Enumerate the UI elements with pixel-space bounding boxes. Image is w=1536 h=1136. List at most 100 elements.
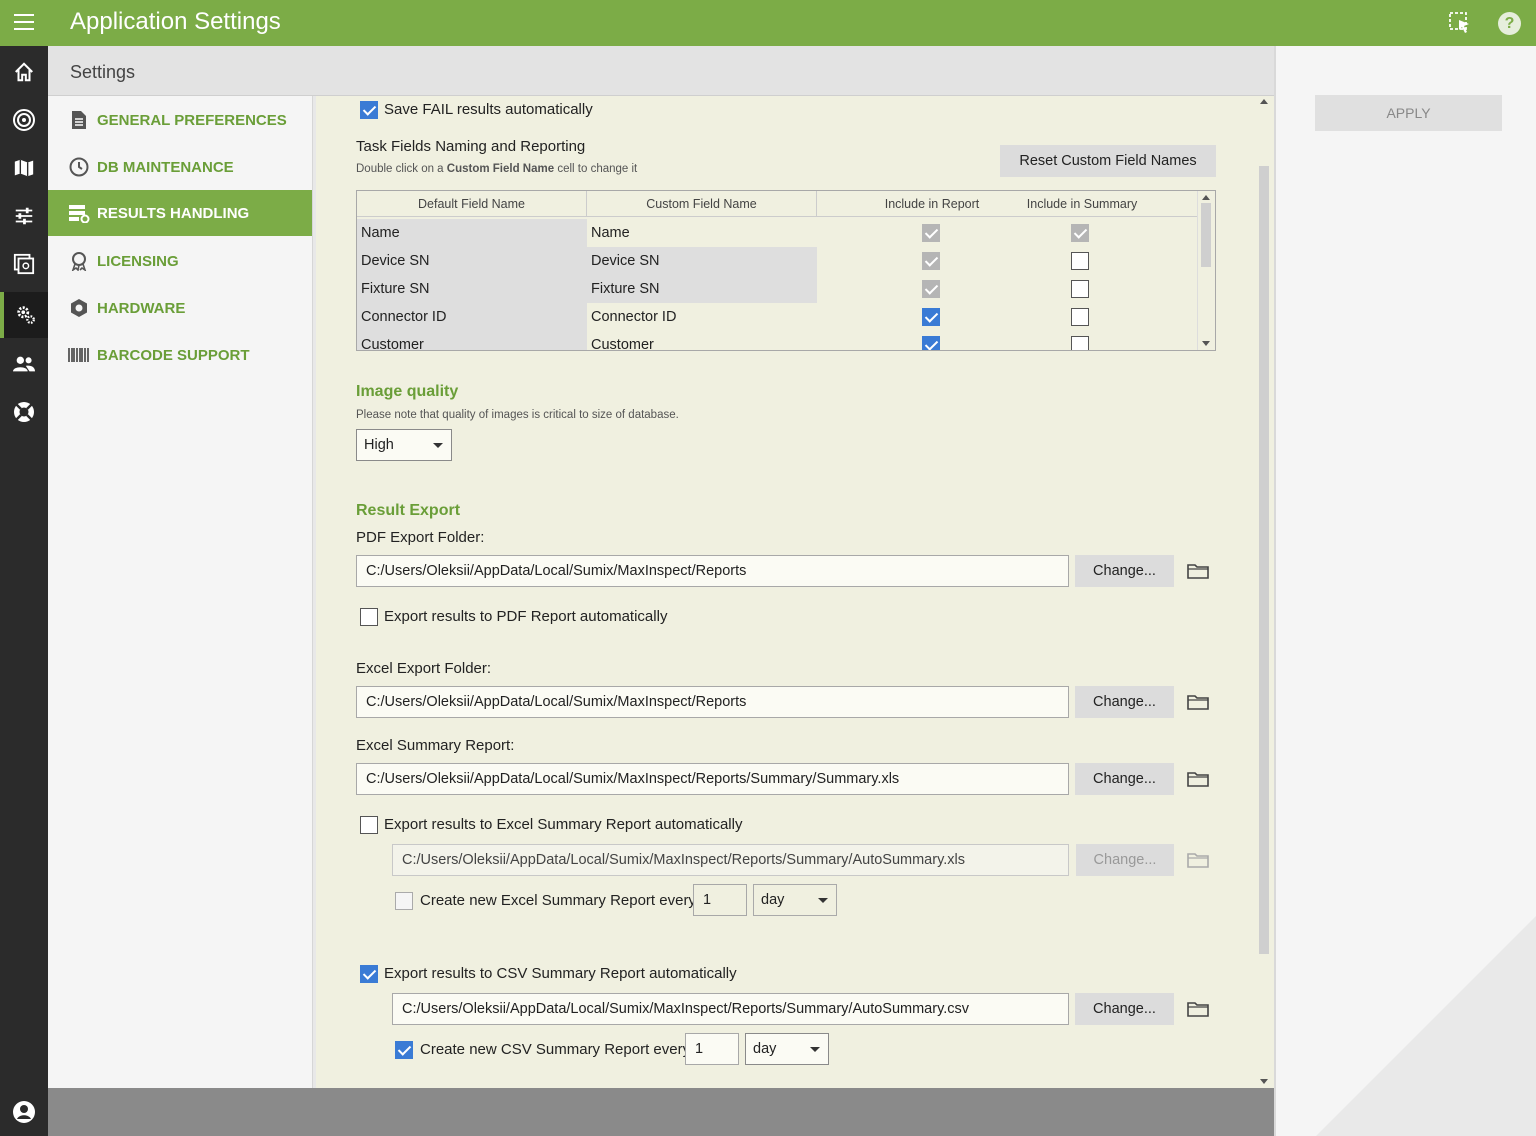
image-quality-select[interactable]: High bbox=[356, 429, 452, 461]
custom-field-cell[interactable]: Fixture SN bbox=[587, 275, 817, 303]
settings-icon[interactable] bbox=[0, 292, 48, 338]
custom-field-cell[interactable]: Connector ID bbox=[587, 303, 817, 331]
scroll-up-icon[interactable] bbox=[1202, 195, 1210, 200]
default-field-cell: Name bbox=[357, 219, 587, 247]
pdf-auto-checkbox[interactable] bbox=[360, 608, 378, 626]
include-in-summary-checkbox[interactable] bbox=[1071, 252, 1089, 270]
column-header[interactable]: Custom Field Name bbox=[587, 191, 817, 217]
csv-path-input[interactable]: C:/Users/Oleksii/AppData/Local/Sumix/Max… bbox=[392, 993, 1069, 1025]
home-icon[interactable] bbox=[0, 52, 48, 92]
excel-new-every-checkbox bbox=[395, 892, 413, 910]
server-gear-icon bbox=[68, 202, 90, 224]
csv-change-button[interactable]: Change... bbox=[1075, 993, 1174, 1025]
lifebuoy-icon[interactable] bbox=[0, 392, 48, 432]
main-scroll-thumb[interactable] bbox=[1259, 166, 1269, 954]
folder-icon bbox=[1187, 851, 1209, 869]
excel-new-every-label: Create new Excel Summary Report every bbox=[420, 892, 696, 909]
main-scrollbar[interactable] bbox=[1256, 96, 1274, 1088]
table-row[interactable]: Connector ID Connector ID bbox=[357, 303, 1197, 331]
chevron-down-icon bbox=[810, 1047, 820, 1052]
csv-new-every-label: Create new CSV Summary Report every bbox=[420, 1041, 691, 1058]
image-quality-title: Image quality bbox=[356, 383, 459, 400]
pdf-auto-label: Export results to PDF Report automatical… bbox=[384, 608, 668, 625]
award-icon bbox=[68, 250, 90, 272]
map-icon[interactable] bbox=[0, 148, 48, 188]
folder-icon[interactable] bbox=[1187, 693, 1209, 711]
pdf-change-button[interactable]: Change... bbox=[1075, 555, 1174, 587]
nav-barcode-support[interactable]: BARCODE SUPPORT bbox=[48, 332, 312, 378]
users-icon[interactable] bbox=[0, 344, 48, 384]
nav-hardware[interactable]: HARDWARE bbox=[48, 285, 312, 331]
include-in-summary-checkbox[interactable] bbox=[1071, 280, 1089, 298]
nav-general-preferences[interactable]: GENERAL PREFERENCES bbox=[48, 97, 312, 143]
results-handling-panel: Save FAIL results automatically Task Fie… bbox=[316, 96, 1256, 1088]
nav-label: BARCODE SUPPORT bbox=[97, 346, 250, 364]
table-row[interactable]: Name Name bbox=[357, 219, 1197, 247]
csv-every-number[interactable]: 1 bbox=[685, 1033, 739, 1065]
task-fields-title: Task Fields Naming and Reporting bbox=[356, 138, 586, 155]
excel-auto-label: Export results to Excel Summary Report a… bbox=[384, 816, 743, 833]
settings-nav: GENERAL PREFERENCES DB MAINTENANCE RESUL… bbox=[48, 96, 312, 1088]
sliders-icon[interactable] bbox=[0, 196, 48, 236]
chevron-down-icon bbox=[818, 898, 828, 903]
include-in-report-checkbox[interactable] bbox=[922, 308, 940, 326]
nav-label: GENERAL PREFERENCES bbox=[97, 111, 287, 129]
icon-rail bbox=[0, 46, 48, 1136]
excel-every-unit-select: day bbox=[753, 884, 837, 916]
cursor-click-icon[interactable] bbox=[1448, 11, 1472, 35]
scroll-down-icon[interactable] bbox=[1260, 1079, 1268, 1084]
folder-icon[interactable] bbox=[1187, 1000, 1209, 1018]
include-in-summary-checkbox[interactable] bbox=[1071, 336, 1089, 350]
scroll-up-icon[interactable] bbox=[1260, 99, 1268, 104]
decorative-corner bbox=[1296, 896, 1536, 1136]
hamburger-menu-icon[interactable] bbox=[14, 14, 34, 32]
grid-scroll-thumb[interactable] bbox=[1201, 203, 1211, 267]
custom-field-cell[interactable]: Customer bbox=[587, 331, 817, 350]
gallery-icon[interactable] bbox=[0, 244, 48, 284]
scroll-down-icon[interactable] bbox=[1202, 341, 1210, 346]
nav-label: RESULTS HANDLING bbox=[97, 204, 250, 222]
apply-button[interactable]: APPLY bbox=[1315, 95, 1502, 131]
nav-licensing[interactable]: LICENSING bbox=[48, 238, 312, 284]
csv-auto-checkbox[interactable] bbox=[360, 965, 378, 983]
image-quality-value: High bbox=[364, 437, 394, 453]
excel-every-number: 1 bbox=[693, 884, 747, 916]
excel-summary-input[interactable]: C:/Users/Oleksii/AppData/Local/Sumix/Max… bbox=[356, 763, 1069, 795]
account-icon[interactable] bbox=[0, 1092, 48, 1132]
table-row[interactable]: Customer Customer bbox=[357, 331, 1197, 350]
csv-every-unit-select[interactable]: day bbox=[745, 1033, 829, 1065]
grid-header: Default Field Name Custom Field Name Inc… bbox=[357, 191, 1197, 217]
folder-icon[interactable] bbox=[1187, 770, 1209, 788]
excel-change-button[interactable]: Change... bbox=[1075, 686, 1174, 718]
chevron-down-icon bbox=[433, 443, 443, 448]
nav-label: LICENSING bbox=[97, 252, 179, 270]
summary-change-button[interactable]: Change... bbox=[1075, 763, 1174, 795]
include-in-report-checkbox[interactable] bbox=[922, 336, 940, 350]
folder-icon[interactable] bbox=[1187, 562, 1209, 580]
grid-scrollbar[interactable] bbox=[1197, 191, 1215, 350]
column-header[interactable]: Include in Summary bbox=[997, 191, 1167, 217]
excel-auto-change-button: Change... bbox=[1076, 844, 1174, 876]
excel-folder-input[interactable]: C:/Users/Oleksii/AppData/Local/Sumix/Max… bbox=[356, 686, 1069, 718]
title-bar: Application Settings ? bbox=[0, 0, 1536, 46]
save-fail-checkbox[interactable] bbox=[360, 101, 378, 119]
default-field-cell: Device SN bbox=[357, 247, 587, 275]
pdf-folder-input[interactable]: C:/Users/Oleksii/AppData/Local/Sumix/Max… bbox=[356, 555, 1069, 587]
nav-db-maintenance[interactable]: DB MAINTENANCE bbox=[48, 144, 312, 190]
document-icon bbox=[68, 109, 90, 131]
column-header[interactable]: Default Field Name bbox=[357, 191, 587, 217]
excel-auto-checkbox[interactable] bbox=[360, 816, 378, 834]
excel-every-unit: day bbox=[761, 892, 785, 908]
target-icon[interactable] bbox=[0, 100, 48, 140]
custom-field-cell[interactable]: Device SN bbox=[587, 247, 817, 275]
nav-results-handling[interactable]: RESULTS HANDLING bbox=[48, 190, 312, 236]
table-row[interactable]: Fixture SN Fixture SN bbox=[357, 275, 1197, 303]
csv-new-every-checkbox[interactable] bbox=[395, 1041, 413, 1059]
include-in-summary-checkbox bbox=[1071, 224, 1089, 242]
custom-field-cell[interactable]: Name bbox=[587, 219, 817, 247]
table-row[interactable]: Device SN Device SN bbox=[357, 247, 1197, 275]
default-field-cell: Connector ID bbox=[357, 303, 587, 331]
include-in-summary-checkbox[interactable] bbox=[1071, 308, 1089, 326]
reset-custom-field-names-button[interactable]: Reset Custom Field Names bbox=[1000, 145, 1216, 177]
help-icon[interactable]: ? bbox=[1498, 12, 1521, 35]
